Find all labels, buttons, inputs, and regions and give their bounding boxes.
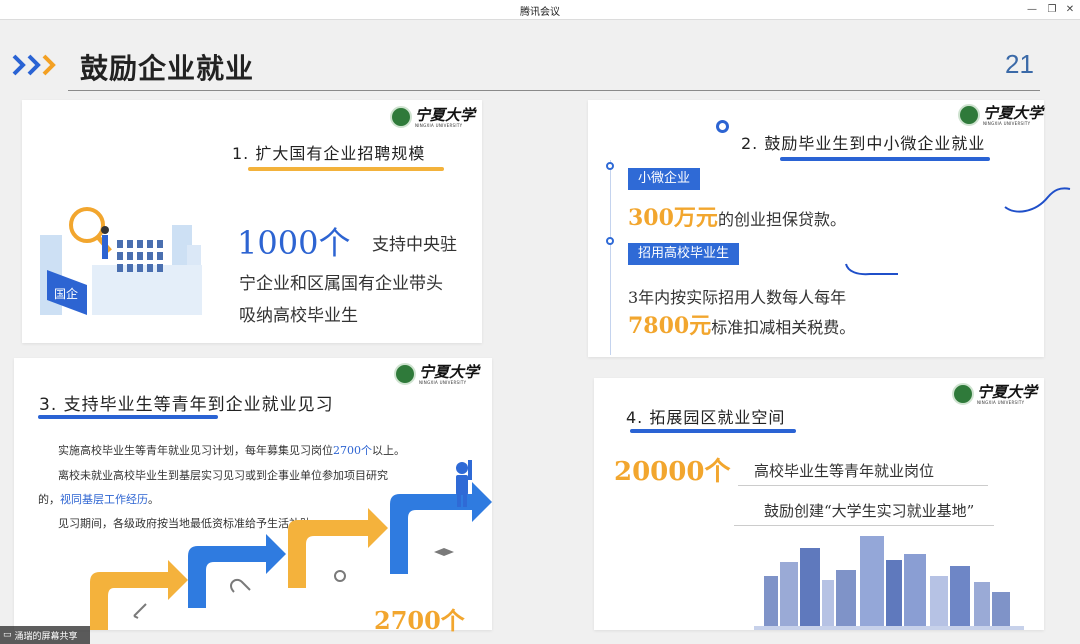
logo-subtext: NINGXIA UNIVERSITY <box>977 399 1025 405</box>
amount-300: 300万元 <box>628 205 718 231</box>
card1-heading: 1. 扩大国有企业招聘规模 <box>232 144 426 163</box>
university-seal-icon <box>394 363 416 385</box>
window-titlebar: 腾讯会议 — ❐ ✕ <box>0 0 1080 20</box>
slide-title: 鼓励企业就业 <box>80 52 255 85</box>
logo-text: 宁夏大学 <box>415 105 476 124</box>
card1-big-number: 1000个 <box>237 224 351 262</box>
card4-big-number: 20000个 <box>614 457 731 487</box>
card-small-enterprise: 宁夏大学 NINGXIA UNIVERSITY 2. 鼓励毕业生到中小微企业就业 … <box>588 100 1044 357</box>
screen-share-badge[interactable]: ▭ 涌瑞的屏幕共享 <box>0 626 90 644</box>
card2-underline <box>780 157 990 161</box>
logo-text: 宁夏大学 <box>977 382 1038 401</box>
card1-line2: 宁企业和区属国有企业带头 <box>239 274 443 294</box>
logo-subtext: NINGXIA UNIVERSITY <box>983 120 1031 126</box>
window-title: 腾讯会议 <box>520 7 560 18</box>
card1-line3: 吸纳高校毕业生 <box>239 306 358 326</box>
card2-text2: 3年内按实际招用人数每人每年 <box>628 288 847 307</box>
logo-subtext: NINGXIA UNIVERSITY <box>415 122 463 128</box>
logo-subtext: NINGXIA UNIVERSITY <box>419 379 467 385</box>
state-enterprise-illustration: 国企 <box>40 207 202 315</box>
minimize-icon[interactable]: — <box>1024 2 1040 18</box>
timeline-dot <box>606 237 614 245</box>
card2-heading: 2. 鼓励毕业生到中小微企业就业 <box>741 134 986 153</box>
university-logo: 宁夏大学 NINGXIA UNIVERSITY <box>952 383 1037 405</box>
card4-heading: 4. 拓展园区就业空间 <box>626 408 786 427</box>
card2-text1: 的创业担保贷款。 <box>717 210 846 229</box>
tag-small-enterprise: 小微企业 <box>628 168 701 190</box>
person-raising-hand-icon <box>456 460 472 507</box>
logo-text: 宁夏大学 <box>983 103 1044 122</box>
city-skyline-illustration <box>754 536 1024 630</box>
pen-annotation <box>1004 187 1071 213</box>
pencil-icon <box>133 603 147 619</box>
divider <box>734 525 994 526</box>
card-industrial-park: 宁夏大学 NINGXIA UNIVERSITY 4. 拓展园区就业空间 20000… <box>594 378 1044 630</box>
chevron-arrows-icon <box>12 54 56 76</box>
card4-text1: 高校毕业生等青年就业岗位 <box>754 462 935 480</box>
lightbulb-icon <box>334 570 346 582</box>
p3-text: 的， <box>38 493 60 506</box>
university-logo: 宁夏大学 NINGXIA UNIVERSITY <box>394 363 479 385</box>
tag-hire-graduates: 招用高校毕业生 <box>628 243 740 265</box>
illustration-label: 国企 <box>54 286 78 301</box>
presentation-slide: 鼓励企业就业 21 宁夏大学 NINGXIA UNIVERSITY 1. 扩大国有… <box>0 20 1080 644</box>
restore-icon[interactable]: ❐ <box>1044 2 1060 18</box>
card1-line1: 支持中央驻 <box>372 235 457 255</box>
card2-row1: 300万元的创业担保贷款。 <box>628 200 846 232</box>
card1-underline <box>248 167 444 171</box>
card3-paragraph1: 实施高校毕业生等青年就业见习计划，每年募集见习岗位2700个以上。 <box>58 442 405 458</box>
university-logo: 宁夏大学 NINGXIA UNIVERSITY <box>390 106 475 128</box>
amount-7800: 7800元 <box>628 313 712 339</box>
card4-underline <box>630 429 796 433</box>
card-state-enterprise: 宁夏大学 NINGXIA UNIVERSITY 1. 扩大国有企业招聘规模 国企 … <box>22 100 482 343</box>
monitor-icon: ▭ <box>3 630 12 640</box>
close-icon[interactable]: ✕ <box>1062 2 1078 18</box>
graduation-cap-icon <box>434 548 454 556</box>
p1-highlight: 2700个 <box>333 444 372 457</box>
card3-underline <box>38 415 218 419</box>
pen-annotation <box>845 263 898 276</box>
card4-text2: 鼓励创建“大学生实习就业基地” <box>764 502 975 520</box>
page-number: 21 <box>1005 49 1034 79</box>
timeline-dot <box>606 162 614 170</box>
logo-text: 宁夏大学 <box>419 362 480 381</box>
university-seal-icon <box>390 106 412 128</box>
paperclip-icon <box>230 578 251 593</box>
university-seal-icon <box>952 383 974 405</box>
title-divider <box>68 90 1040 91</box>
p1-text-end: 以上。 <box>372 444 405 457</box>
university-logo: 宁夏大学 NINGXIA UNIVERSITY <box>958 104 1043 126</box>
card3-heading: 3. 支持毕业生等青年到企业就业见习 <box>39 395 334 415</box>
card2-text3: 标准扣减相关税费。 <box>711 318 856 337</box>
p1-text: 实施高校毕业生等青年就业见习计划，每年募集见习岗位 <box>58 444 333 457</box>
timeline-line <box>610 160 611 355</box>
university-seal-icon <box>958 104 980 126</box>
divider <box>738 485 988 486</box>
card2-row2: 7800元标准扣减相关税费。 <box>628 308 855 340</box>
share-label: 涌瑞的屏幕共享 <box>14 631 78 642</box>
ring-dot-icon <box>716 120 729 133</box>
card-internship: 宁夏大学 NINGXIA UNIVERSITY 3. 支持毕业生等青年到企业就业见… <box>14 358 492 635</box>
card3-big-number: 2700个 <box>374 606 465 635</box>
